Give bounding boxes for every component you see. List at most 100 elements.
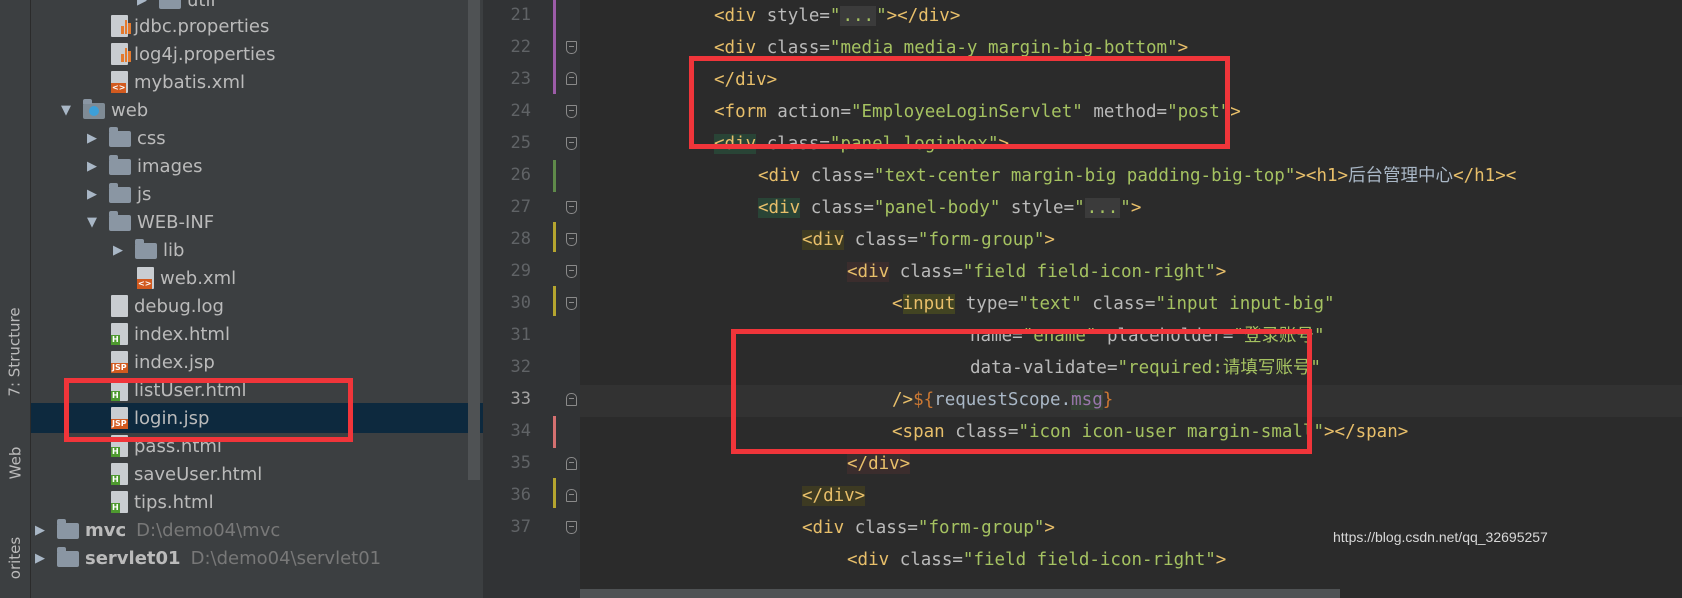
properties-file-icon [111,43,132,65]
tree-item-lib[interactable]: ▶ lib [31,235,501,265]
chevron-right-icon[interactable]: ▶ [33,549,47,567]
line-number: 28 [510,229,531,249]
tree-item-web-inf[interactable]: ▼ WEB-INF [31,207,501,237]
fold-marker-icon[interactable] [566,297,577,310]
folder-icon [109,155,131,175]
line-number: 34 [510,421,531,441]
chevron-right-icon[interactable]: ▶ [85,157,99,175]
chevron-down-icon[interactable]: ▼ [85,213,99,231]
line-number: 27 [510,197,531,217]
change-marker [553,0,556,64]
fold-marker-icon[interactable] [566,72,577,85]
highlight-box-form-tag [689,56,1230,149]
change-marker [553,160,556,192]
tree-item-tips-html[interactable]: H tips.html [31,487,501,517]
editor-horizontal-scrollbar[interactable] [580,589,1340,598]
change-marker [553,222,556,252]
web-folder-icon [83,99,105,119]
text-file-icon [111,295,128,317]
html-file-icon: H [111,323,128,345]
folder-icon [109,127,131,147]
line-number-current: 33 [510,389,531,409]
fold-marker-icon[interactable] [566,41,577,54]
line-number: 23 [510,69,531,89]
chevron-right-icon[interactable]: ▶ [111,241,125,259]
jsp-file-icon: JSP [111,351,128,373]
xml-file-icon: <> [137,267,154,289]
tree-item-saveuser-html[interactable]: H saveUser.html [31,459,501,489]
fold-marker-icon[interactable] [566,457,577,470]
properties-file-icon [111,15,132,37]
fold-marker-icon[interactable] [566,233,577,246]
folded-region[interactable]: ... [840,6,877,26]
line-number: 30 [510,293,531,313]
highlight-box-login-jsp [64,378,353,442]
code-line-29: <div class="field field-icon-right"> [847,262,1227,282]
tree-item-debug-log[interactable]: debug.log [31,291,501,321]
html-file-icon: H [111,491,128,513]
chevron-right-icon[interactable]: ▶ [135,0,149,9]
code-line-28: <div class="form-group"> [802,230,1055,250]
change-marker [553,478,556,508]
line-number: 29 [510,261,531,281]
fold-marker-icon[interactable] [566,201,577,214]
chevron-right-icon[interactable]: ▶ [85,129,99,147]
project-tree: ▶ util jdbc.properties log4j.properties … [31,0,501,598]
html-file-icon: H [111,463,128,485]
line-number: 37 [510,517,531,537]
tree-item-web[interactable]: ▼ web [31,95,501,125]
fold-marker-icon[interactable] [566,137,577,150]
line-number: 32 [510,357,531,377]
change-marker [553,416,556,448]
web-tab[interactable]: Web [2,428,28,498]
change-marker [553,286,556,316]
module-icon [57,547,79,567]
tree-item-mybatis-xml[interactable]: <> mybatis.xml [31,67,501,97]
favorites-tab[interactable]: orites [2,518,28,598]
folder-icon [135,239,157,259]
folder-icon [159,0,181,9]
fold-marker-icon[interactable] [566,265,577,278]
module-icon [57,519,79,539]
tree-item-index-jsp[interactable]: JSP index.jsp [31,347,501,377]
line-number: 24 [510,101,531,121]
line-number: 26 [510,165,531,185]
fold-marker-icon[interactable] [566,521,577,534]
chevron-right-icon[interactable]: ▶ [85,185,99,203]
fold-marker-icon[interactable] [566,393,577,406]
tree-item-js[interactable]: ▶ js [31,179,501,209]
tree-item-images[interactable]: ▶ images [31,151,501,181]
line-number: 21 [510,5,531,25]
code-line-38: <div class="field field-icon-right"> [847,550,1227,570]
xml-file-icon: <> [111,71,128,93]
tree-item-log4j-properties[interactable]: log4j.properties [31,39,501,69]
change-marker [553,64,556,94]
tree-item-index-html[interactable]: H index.html [31,319,501,349]
watermark: https://blog.csdn.net/qq_32695257 [1333,529,1548,545]
code-line-36: </div> [802,486,866,506]
tree-item-mvc-module[interactable]: ▶ mvc D:\demo04\mvc [31,515,501,545]
highlight-box-request-scope [731,329,1312,454]
code-line-21: <div style="... "></div> [714,6,961,26]
folder-icon [109,211,131,231]
code-line-26: <div class="text-center margin-big paddi… [758,166,1517,186]
tree-item-jdbc-properties[interactable]: jdbc.properties [31,11,501,41]
structure-tab[interactable]: 7: Structure [2,296,28,408]
line-number: 35 [510,453,531,473]
code-line-37: <div class="form-group"> [802,518,1055,538]
folder-icon [109,183,131,203]
tree-item-servlet01-module[interactable]: ▶ servlet01 D:\demo04\servlet01 [31,543,501,573]
tree-item-web-xml[interactable]: <> web.xml [31,263,501,293]
chevron-right-icon[interactable]: ▶ [33,521,47,539]
tree-scrollbar[interactable] [468,0,480,480]
line-number: 22 [510,37,531,57]
folded-region[interactable]: ... [1084,198,1121,218]
code-line-30: <input type="text" class="input input-bi… [892,294,1335,314]
fold-marker-icon[interactable] [566,105,577,118]
chevron-down-icon[interactable]: ▼ [59,101,73,119]
fold-marker-icon[interactable] [566,489,577,502]
code-line-27: <div class="panel-body" style="... "> [758,198,1142,218]
line-number: 25 [510,133,531,153]
line-number: 36 [510,485,531,505]
tree-item-css[interactable]: ▶ css [31,123,501,153]
